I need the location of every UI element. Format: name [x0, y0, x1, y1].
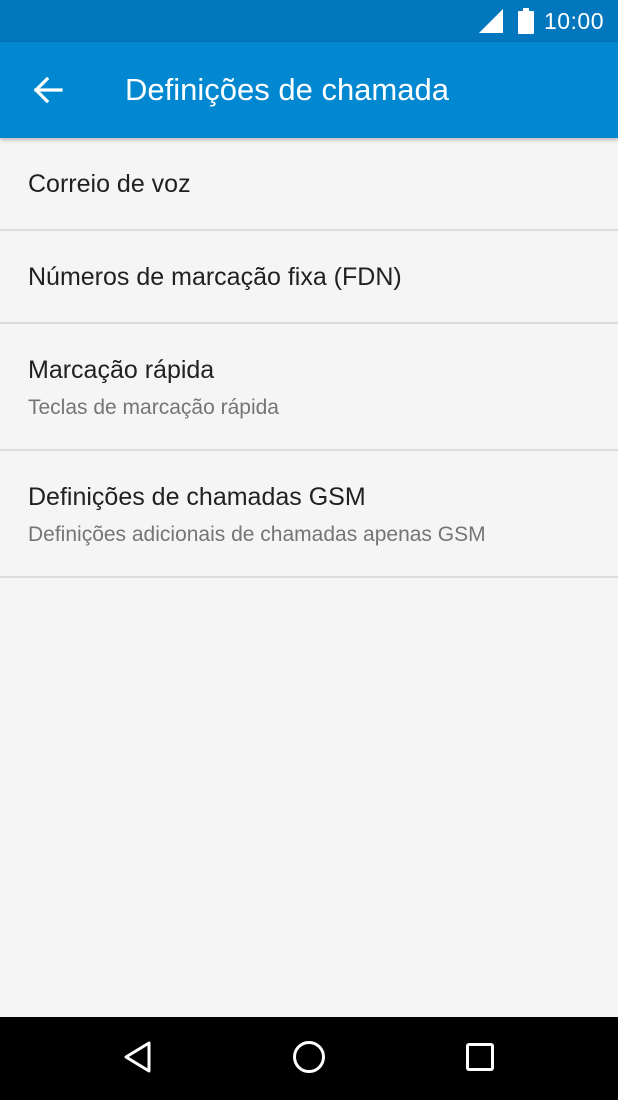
settings-list: Correio de voz Números de marcação fixa … [0, 138, 618, 578]
status-time: 10:00 [543, 7, 604, 34]
battery-icon [517, 8, 534, 34]
app-bar: Definições de chamada [0, 42, 618, 138]
signal-icon [478, 8, 504, 34]
list-item-subtitle: Definições adicionais de chamadas apenas… [28, 523, 486, 546]
navigation-bar [0, 1017, 618, 1100]
list-item-gsm-call-settings[interactable]: Definições de chamadas GSM Definições ad… [0, 451, 618, 578]
list-item-title: Marcação rápida [28, 356, 215, 384]
nav-home-button[interactable] [281, 1031, 337, 1087]
list-item-subtitle: Teclas de marcação rápida [28, 396, 279, 419]
nav-back-button[interactable] [110, 1031, 166, 1087]
list-item-speed-dial[interactable]: Marcação rápida Teclas de marcação rápid… [0, 324, 618, 451]
status-bar: 10:00 [0, 0, 618, 42]
arrow-left-icon [33, 75, 63, 105]
nav-home-icon [291, 1039, 327, 1080]
list-item-title: Definições de chamadas GSM [28, 483, 366, 511]
list-item-fixed-dialing-numbers[interactable]: Números de marcação fixa (FDN) [0, 231, 618, 324]
page-title: Definições de chamada [125, 72, 449, 107]
nav-back-icon [122, 1040, 154, 1079]
nav-recents-icon [464, 1041, 496, 1078]
list-item-title: Correio de voz [28, 170, 191, 198]
list-item-title: Números de marcação fixa (FDN) [28, 263, 402, 291]
list-item-voicemail[interactable]: Correio de voz [0, 138, 618, 231]
back-button[interactable] [20, 62, 76, 118]
phone-screen: 10:00 Definições de chamada Correio de v… [0, 0, 618, 1100]
status-indicators: 10:00 [478, 0, 604, 42]
nav-recents-button[interactable] [452, 1031, 508, 1087]
